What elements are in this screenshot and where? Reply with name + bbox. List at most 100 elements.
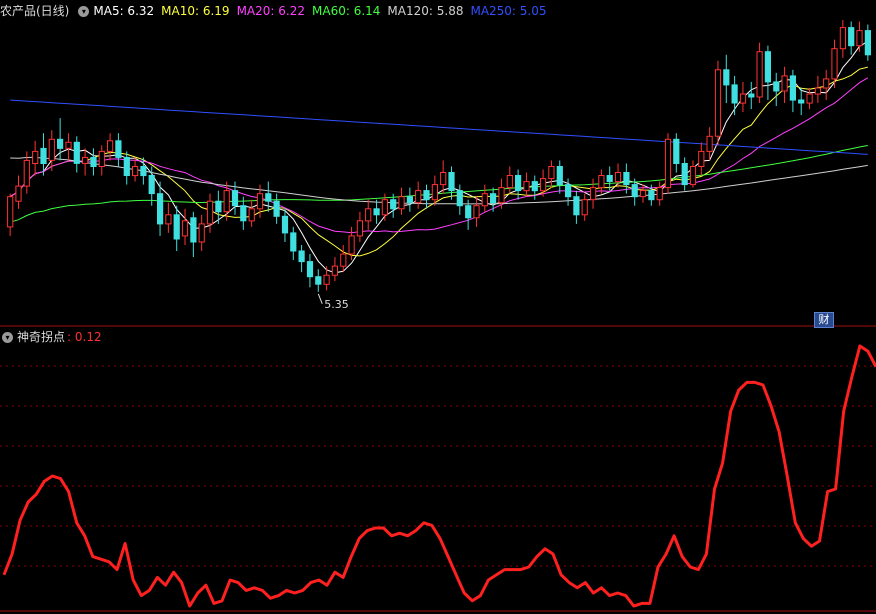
- candlestick: [406, 187, 413, 212]
- candle-body: [515, 175, 522, 192]
- ma20-line: [9, 77, 869, 234]
- candle-body: [290, 232, 297, 252]
- candlestick: [714, 60, 722, 146]
- candle-body: [581, 199, 588, 216]
- candle-body: [673, 138, 680, 165]
- candle-body: [789, 75, 796, 101]
- candlestick: [773, 72, 780, 107]
- candle-body: [348, 235, 355, 255]
- candle-body: [848, 27, 855, 47]
- candle-body: [90, 156, 97, 167]
- candle-body: [839, 27, 846, 50]
- ma120-line: [10, 156, 868, 205]
- candlestick: [448, 166, 455, 200]
- candle-body: [323, 274, 330, 285]
- candle-body: [623, 172, 630, 186]
- candle-body: [298, 250, 305, 263]
- candlestick: [839, 20, 846, 58]
- candle-body: [415, 190, 422, 204]
- candlestick: [248, 199, 255, 227]
- candle-body: [273, 200, 280, 217]
- candlestick: [556, 160, 563, 194]
- candle-body: [481, 193, 488, 207]
- candle-body: [423, 190, 430, 201]
- candlestick: [573, 190, 580, 224]
- candlestick: [265, 181, 272, 212]
- finance-badge[interactable]: 财: [814, 312, 834, 328]
- candlestick: [306, 254, 314, 288]
- candlestick: [7, 193, 14, 236]
- candle-body: [864, 30, 871, 56]
- candle-body: [181, 220, 189, 237]
- candlestick: [398, 187, 405, 215]
- candle-body: [856, 30, 863, 47]
- candlestick: [290, 226, 297, 261]
- indicator-header: ▾ 神奇拐点 : 0.12: [0, 328, 109, 346]
- candlestick: [190, 211, 197, 258]
- candle-body: [756, 51, 763, 98]
- ma250-line: [10, 99, 868, 155]
- candlestick: [481, 184, 488, 212]
- candlestick-series: [7, 20, 871, 292]
- candle-body: [440, 172, 447, 186]
- candle-body: [248, 208, 255, 222]
- candlestick: [614, 163, 622, 188]
- candle-body: [714, 69, 722, 137]
- candlestick: [115, 133, 122, 167]
- chevron-down-icon[interactable]: ▾: [2, 331, 13, 343]
- candlestick: [664, 133, 672, 194]
- candlestick: [590, 178, 597, 209]
- candlestick: [32, 140, 39, 176]
- ma10-label: MA10: 6.19: [161, 4, 230, 18]
- candlestick: [856, 21, 863, 52]
- candle-body: [223, 190, 230, 213]
- candle-body: [373, 208, 380, 216]
- stock-title: 农产品(日线): [0, 4, 70, 18]
- candle-body: [548, 166, 555, 180]
- candle-body: [456, 190, 463, 207]
- candlestick: [373, 199, 380, 224]
- candlestick: [331, 257, 338, 282]
- candle-body: [173, 214, 180, 240]
- candlestick: [848, 21, 855, 55]
- candle-body: [540, 178, 547, 192]
- candlestick: [581, 193, 588, 221]
- candle-body: [265, 193, 272, 202]
- ma120-label: MA120: 5.88: [387, 4, 464, 18]
- candle-body: [73, 141, 80, 164]
- candle-body: [590, 187, 597, 201]
- candlestick: [423, 184, 430, 209]
- candlestick: [48, 130, 55, 171]
- candlestick: [814, 75, 821, 104]
- candle-body: [115, 140, 122, 158]
- candle-body: [256, 193, 264, 210]
- candlestick: [65, 133, 72, 161]
- candle-body: [148, 175, 155, 195]
- candlestick: [598, 169, 605, 194]
- candle-body: [773, 81, 780, 92]
- candlestick: [806, 87, 813, 110]
- candle-body: [82, 156, 89, 164]
- candle-body: [631, 184, 638, 198]
- candle-body: [748, 93, 755, 98]
- candle-body: [465, 205, 472, 219]
- candlestick: [764, 45, 771, 101]
- candlestick: [298, 244, 305, 273]
- candlestick: [440, 160, 447, 194]
- candle-body: [681, 163, 688, 186]
- candlestick: [798, 87, 805, 116]
- candlestick: [340, 244, 347, 273]
- candlestick: [281, 208, 289, 242]
- candlestick: [82, 148, 89, 176]
- candle-body: [190, 217, 197, 243]
- candlestick: [689, 160, 697, 188]
- candlestick: [90, 148, 97, 176]
- candle-body: [32, 150, 39, 164]
- candle-body: [814, 87, 821, 95]
- candle-body: [606, 175, 613, 182]
- candle-body: [573, 196, 580, 216]
- candle-body: [340, 253, 347, 267]
- candlestick: [165, 202, 172, 233]
- chevron-down-icon[interactable]: ▾: [78, 5, 90, 17]
- indicator-value: : 0.12: [67, 330, 102, 344]
